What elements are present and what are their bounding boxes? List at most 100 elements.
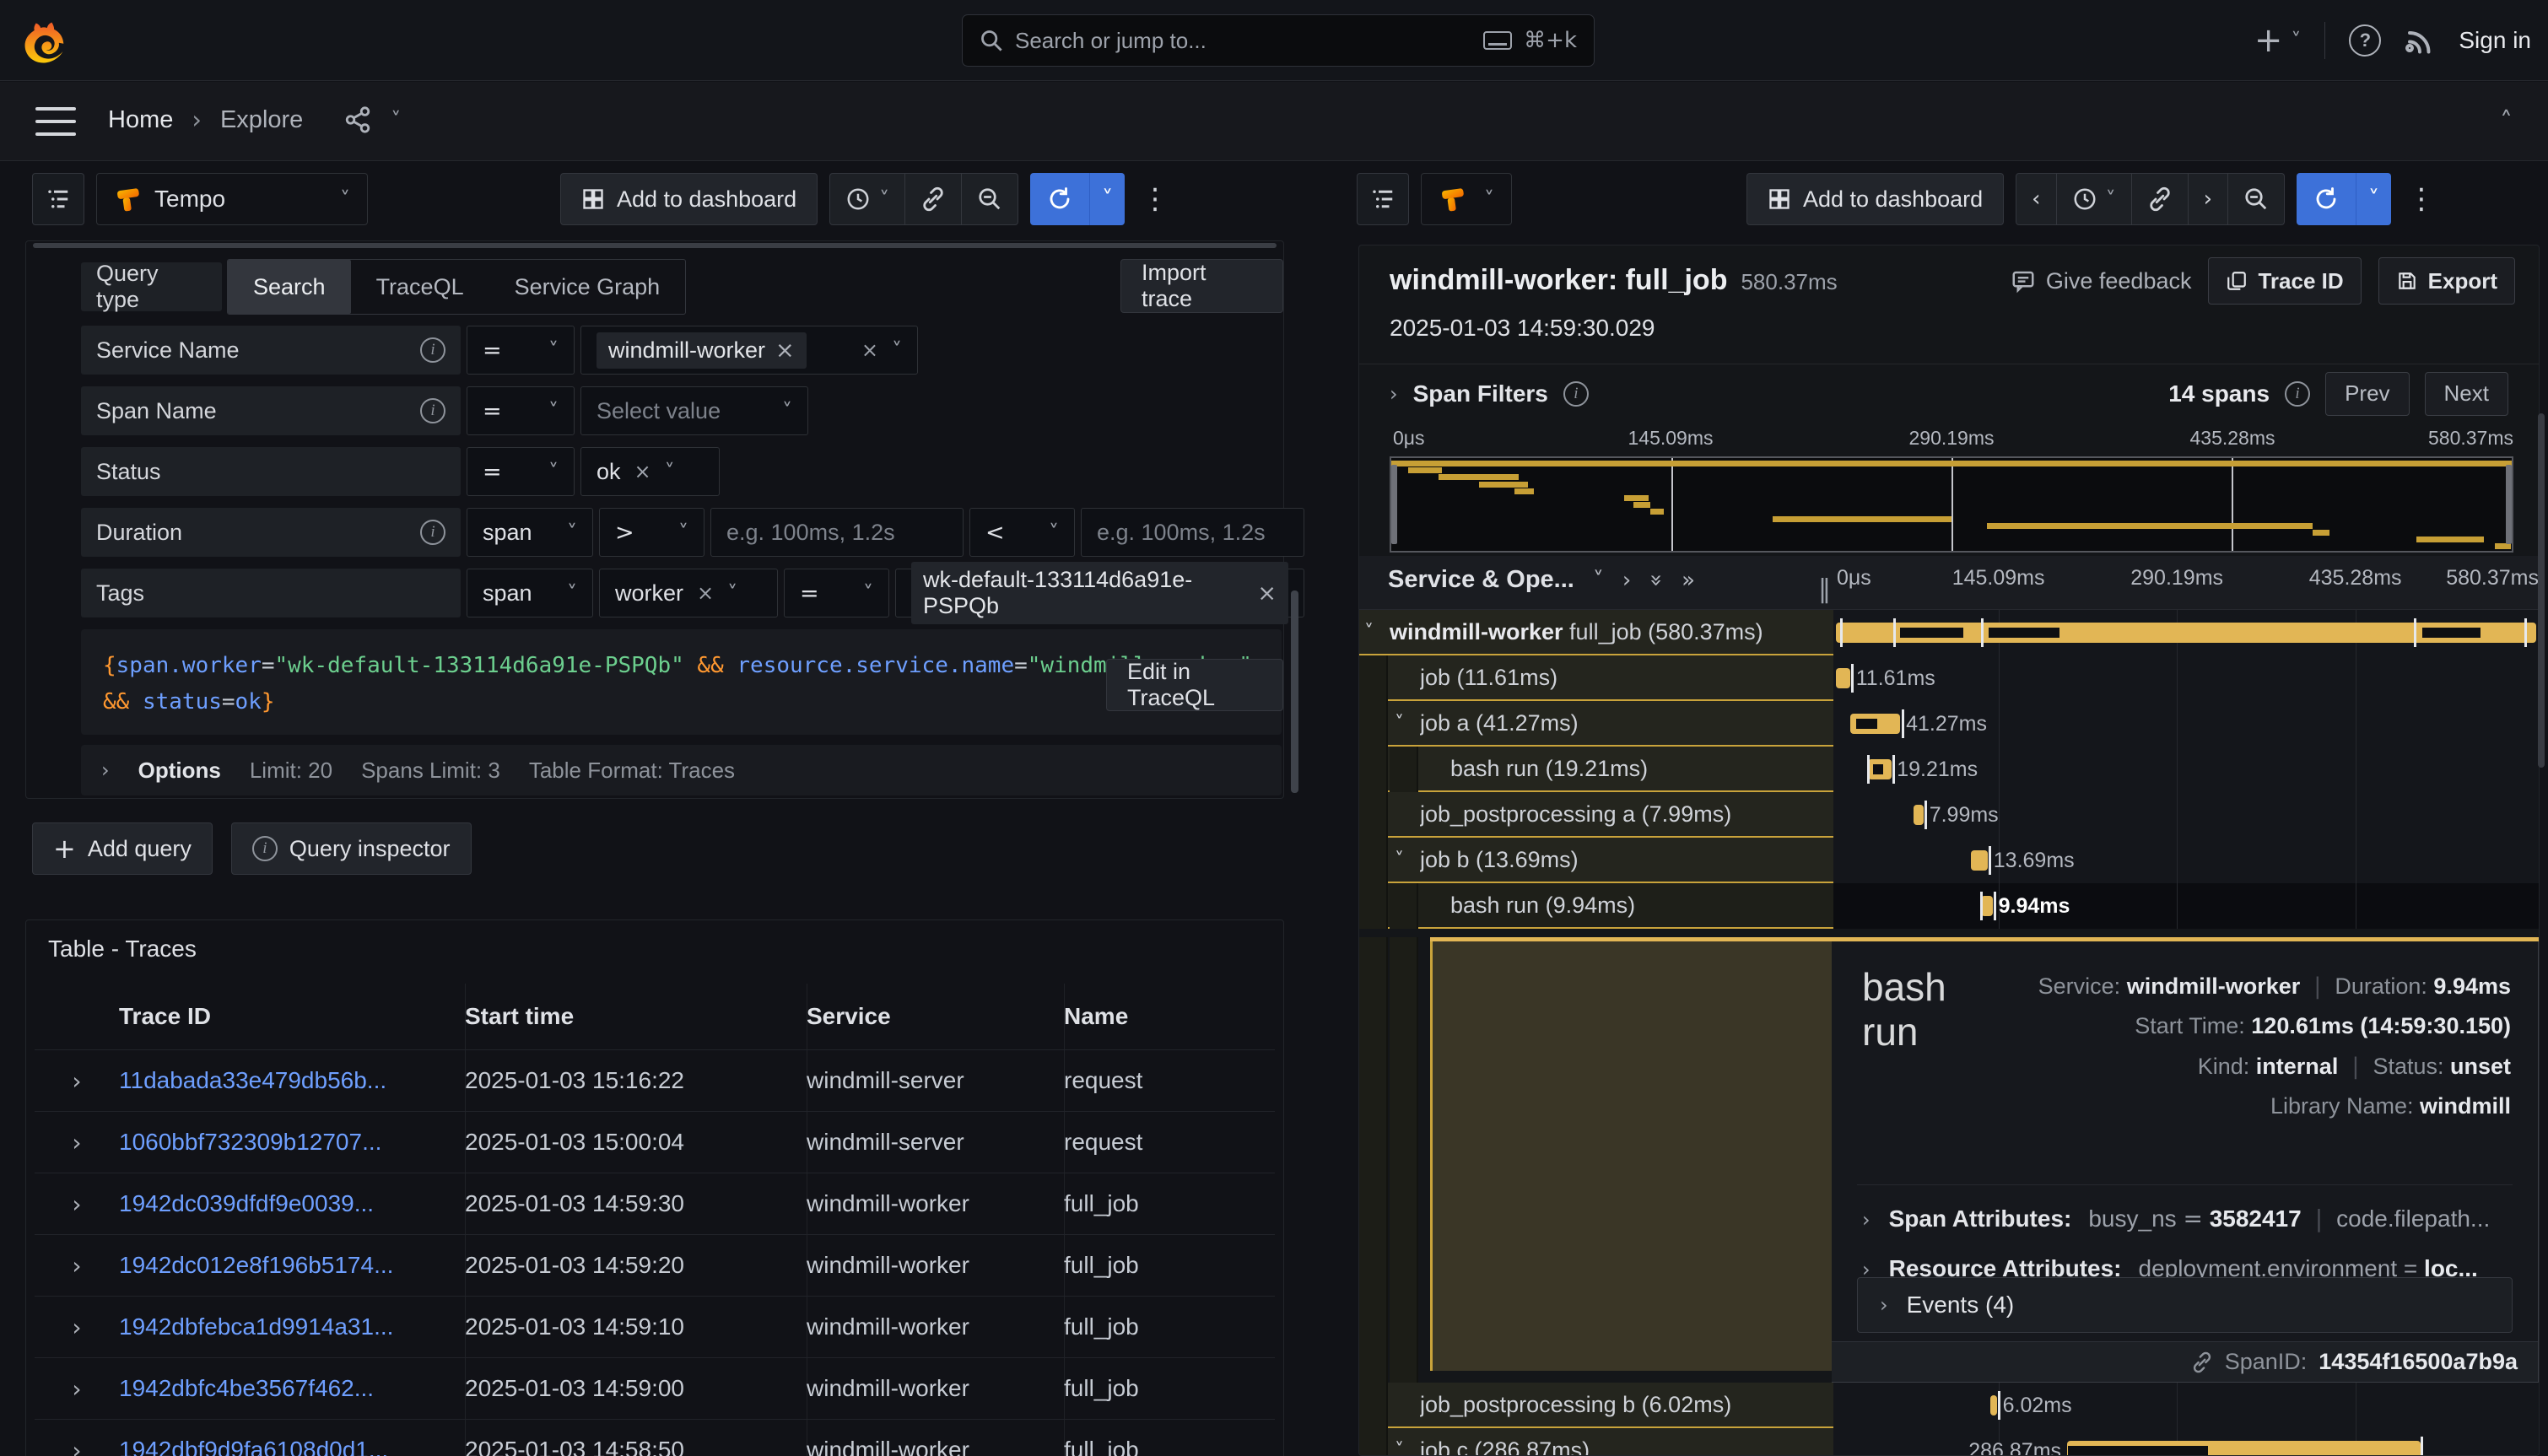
row-expander-icon[interactable]: › (35, 1375, 119, 1403)
refresh-icon-area[interactable] (1030, 173, 1089, 225)
span-expander-icon[interactable]: ˅ (1395, 713, 1404, 734)
chevron-right-icon[interactable]: › (1390, 382, 1398, 406)
table-row[interactable]: ›1942dc039dfdf9e0039...2025-01-03 14:59:… (35, 1173, 1275, 1234)
span-name-value-select[interactable]: Select value˅ (580, 386, 808, 435)
breadcrumb-current[interactable]: Explore (220, 106, 303, 134)
run-interval-chevron[interactable]: ˅ (1089, 173, 1125, 225)
span-name-cell[interactable]: ˅job c (286.87ms) (1359, 1428, 1833, 1456)
refresh-icon-area[interactable] (2297, 173, 2356, 225)
close-icon[interactable]: × (634, 460, 651, 483)
span-expander-icon[interactable]: ˅ (1364, 622, 1374, 643)
row-expander-icon[interactable]: › (35, 1067, 119, 1095)
time-shift-right-button[interactable]: › (2189, 174, 2228, 224)
link-icon[interactable] (2191, 1351, 2213, 1373)
chevron-down-icon[interactable]: ˅ (1593, 568, 1604, 593)
panel-menu-button[interactable]: ⋮ (2403, 173, 2440, 225)
trace-minimap[interactable] (1390, 456, 2513, 553)
span-row[interactable]: ˅job c (286.87ms)286.87ms (1359, 1428, 2539, 1456)
column-resize-handle[interactable]: ‖ (1818, 574, 1831, 604)
trace-id-link[interactable]: 1942dc012e8f196b5174... (119, 1252, 465, 1279)
close-icon[interactable]: × (1257, 580, 1277, 607)
span-row[interactable]: ˅windmill-worker full_job (580.37ms) (1359, 610, 2539, 655)
service-name-chip[interactable]: windmill-worker× (597, 332, 807, 369)
breadcrumb-actions-chevron[interactable]: ˅ (391, 108, 401, 132)
time-picker-button[interactable]: ˅ (830, 174, 905, 224)
left-pane-scrollbar[interactable] (1291, 590, 1298, 793)
datasource-picker[interactable]: Tempo ˅ (96, 173, 368, 225)
tab-service-graph[interactable]: Service Graph (489, 260, 686, 314)
span-name-cell[interactable]: ˅job b (13.69ms) (1359, 838, 1833, 883)
page-scrollbar[interactable] (2538, 413, 2545, 768)
trace-id-button[interactable]: Trace ID (2208, 257, 2361, 305)
status-value-select[interactable]: ok×˅ (580, 447, 720, 496)
table-row[interactable]: ›1942dbfebca1d9914a31...2025-01-03 14:59… (35, 1296, 1275, 1357)
span-name-cell[interactable]: bash run (9.94ms) (1359, 883, 1833, 929)
collapse-header-icon[interactable]: ˄ (2500, 107, 2513, 137)
query-inspector-button[interactable]: iQuery inspector (231, 822, 472, 875)
tags-scope-select[interactable]: span˅ (467, 569, 593, 617)
row-expander-icon[interactable]: › (35, 1190, 119, 1218)
header-service[interactable]: Service (807, 1003, 1064, 1030)
span-filters-label[interactable]: Span Filters (1413, 380, 1548, 407)
span-row[interactable]: bash run (19.21ms)19.21ms (1359, 747, 2539, 792)
add-query-button[interactable]: +Add query (32, 822, 213, 875)
span-id-value[interactable]: 14354f16500a7b9a (2319, 1349, 2518, 1375)
give-feedback-link[interactable]: Give feedback (2011, 268, 2192, 294)
span-timeline-cell[interactable]: 41.27ms (1833, 701, 2539, 747)
export-button[interactable]: Export (2378, 257, 2515, 305)
clear-icon[interactable]: × (861, 338, 878, 362)
row-expander-icon[interactable]: › (35, 1252, 119, 1280)
span-attributes-row[interactable]: ›Span Attributes:busy_ns = 3582417|code.… (1862, 1205, 2511, 1232)
trace-id-link[interactable]: 1942dc039dfdf9e0039... (119, 1190, 465, 1217)
tab-traceql[interactable]: TraceQL (351, 260, 489, 314)
menu-toggle-button[interactable] (35, 107, 76, 136)
tab-search[interactable]: Search (228, 260, 351, 314)
trace-id-link[interactable]: 1942dbfc4be3567f462... (119, 1375, 465, 1402)
time-shift-left-button[interactable]: ‹ (2016, 174, 2056, 224)
tag-value-chip[interactable]: wk-default-133114d6a91e-PSPQb× (911, 562, 1288, 624)
new-menu-button[interactable]: +˅ (2254, 21, 2302, 60)
sign-in-button[interactable]: Sign in (2459, 27, 2531, 54)
next-span-button[interactable]: Next (2425, 372, 2508, 416)
breadcrumb-home[interactable]: Home (108, 106, 173, 134)
share-icon[interactable] (343, 105, 372, 134)
run-interval-chevron[interactable]: ˅ (2356, 173, 2391, 225)
tags-value-select[interactable]: wk-default-133114d6a91e-PSPQb× (895, 569, 1304, 617)
span-name-cell[interactable]: job (11.61ms) (1359, 655, 1833, 701)
close-icon[interactable]: × (775, 337, 795, 364)
grafana-logo[interactable] (20, 17, 67, 64)
span-name-cell[interactable]: bash run (19.21ms) (1359, 747, 1833, 792)
span-name-cell[interactable]: job_postprocessing a (7.99ms) (1359, 792, 1833, 838)
query-options-row[interactable]: › Options Limit: 20 Spans Limit: 3 Table… (81, 745, 1282, 795)
span-timeline-cell[interactable]: 9.94ms (1833, 883, 2539, 929)
time-picker-button[interactable]: ˅ (2057, 174, 2132, 224)
span-row[interactable]: ˅job a (41.27ms)41.27ms (1359, 701, 2539, 747)
header-trace-id[interactable]: Trace ID (119, 1003, 465, 1030)
header-start-time[interactable]: Start time (465, 1003, 807, 1030)
import-trace-button[interactable]: Import trace (1120, 259, 1283, 313)
row-expander-icon[interactable]: › (35, 1313, 119, 1341)
global-search-input[interactable]: Search or jump to... ⌘+k (962, 14, 1595, 67)
news-rss-button[interactable] (2405, 25, 2435, 56)
table-row[interactable]: ›1942dbf9d9fa6108d0d1...2025-01-03 14:58… (35, 1419, 1275, 1456)
span-duration-bar[interactable] (1914, 805, 1924, 825)
trace-outline-button[interactable] (1357, 173, 1409, 225)
table-row[interactable]: ›11dabada33e479db56b...2025-01-03 15:16:… (35, 1049, 1275, 1111)
close-icon[interactable]: × (697, 581, 714, 605)
span-row[interactable]: ˅job b (13.69ms)13.69ms (1359, 838, 2539, 883)
span-timeline-cell[interactable]: 13.69ms (1833, 838, 2539, 883)
duration-lt-select[interactable]: <˅ (969, 508, 1075, 557)
tags-op-select[interactable]: =˅ (784, 569, 889, 617)
edit-in-traceql-button[interactable]: Edit in TraceQL (1106, 659, 1283, 711)
table-row[interactable]: ›1942dbfc4be3567f462...2025-01-03 14:59:… (35, 1357, 1275, 1419)
span-name-cell[interactable]: ˅job a (41.27ms) (1359, 701, 1833, 747)
help-button[interactable]: ? (2349, 24, 2381, 57)
service-name-value-select[interactable]: windmill-worker× × ˅ (580, 326, 918, 375)
span-timeline-cell[interactable]: 7.99ms (1833, 792, 2539, 838)
run-query-button[interactable]: ˅ (2297, 173, 2391, 225)
span-timeline-cell[interactable]: 286.87ms (1833, 1428, 2539, 1456)
trace-id-link[interactable]: 1060bbf732309b12707... (119, 1129, 465, 1156)
span-duration-bar[interactable] (1971, 850, 1988, 871)
span-name-cell[interactable]: job_postprocessing b (6.02ms) (1359, 1383, 1833, 1428)
span-duration-bar[interactable] (1836, 668, 1850, 688)
